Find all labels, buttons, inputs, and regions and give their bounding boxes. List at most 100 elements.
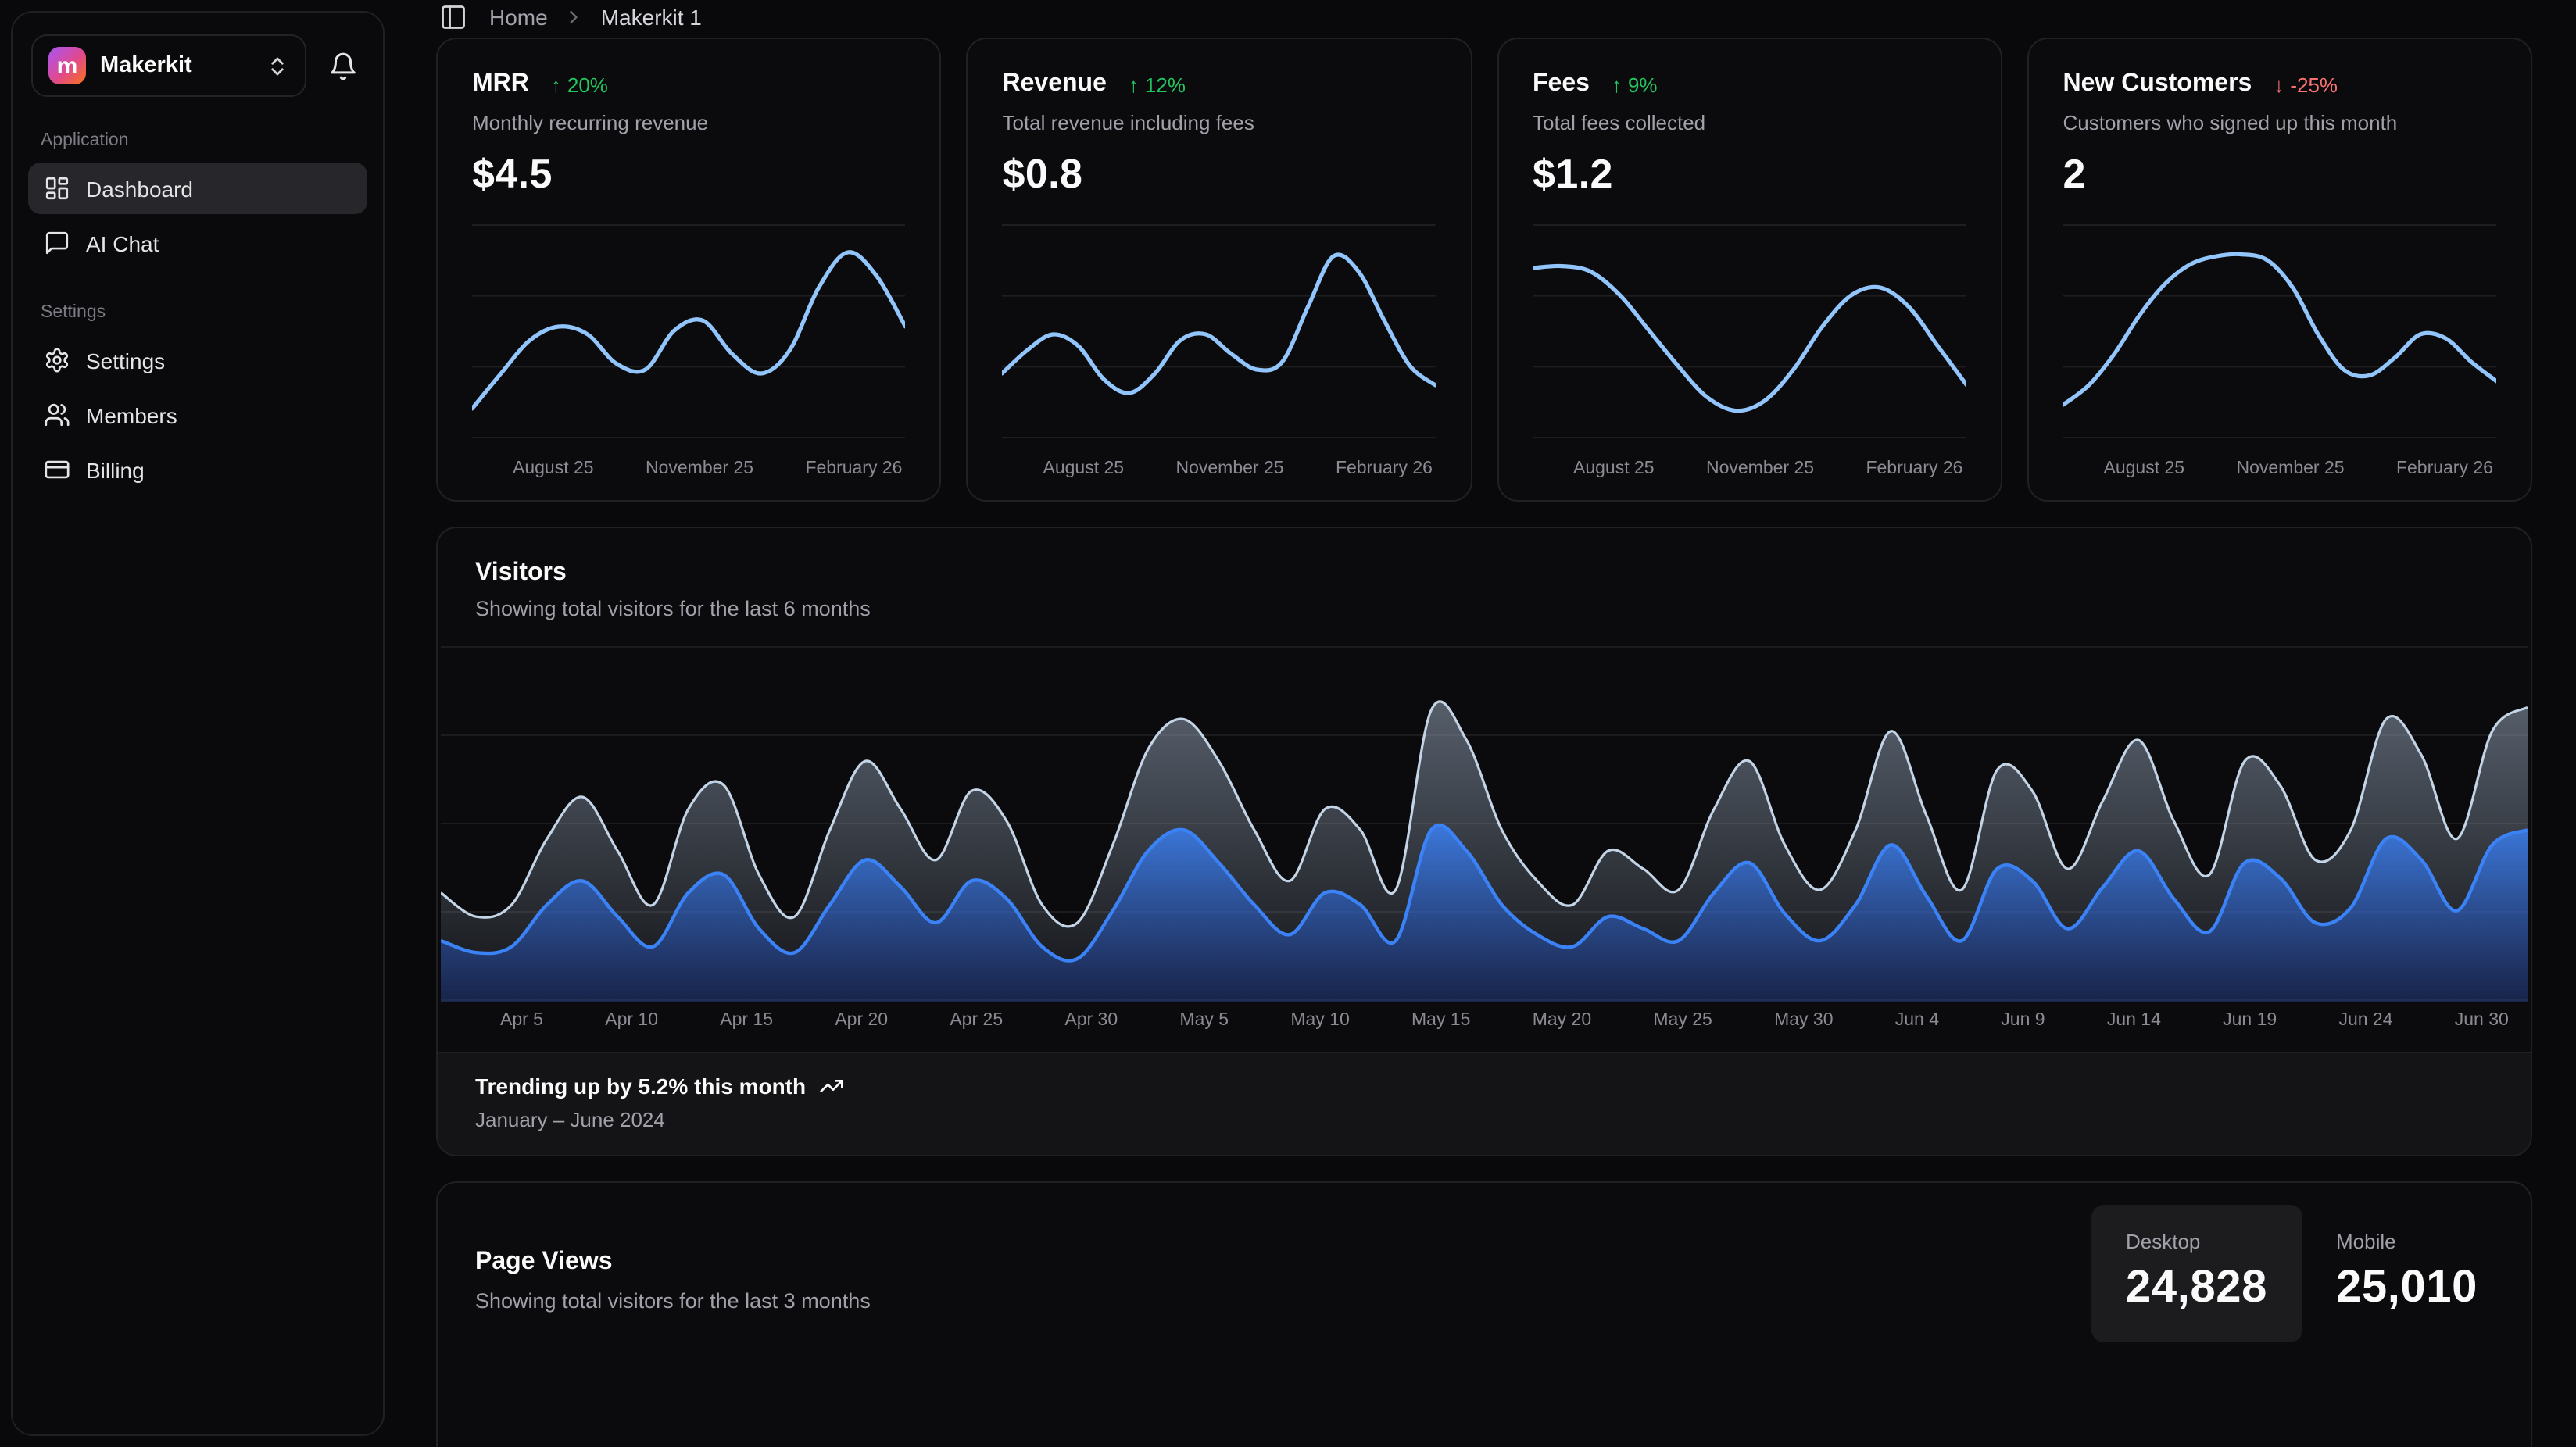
x-axis: August 25November 25February 26 bbox=[1533, 450, 1966, 478]
visitors-title: Visitors bbox=[475, 559, 2493, 588]
nav-label: Dashboard bbox=[86, 176, 193, 201]
breadcrumb: Home Makerkit 1 bbox=[489, 5, 702, 30]
desktop-value: 24,828 bbox=[2126, 1263, 2267, 1314]
axis-tick-label: August 25 bbox=[1043, 459, 1125, 478]
change-value: 9% bbox=[1628, 73, 1658, 96]
mobile-value: 25,010 bbox=[2336, 1263, 2478, 1314]
nav-section-application: Application bbox=[13, 131, 383, 150]
stat-description: Monthly recurring revenue bbox=[472, 111, 906, 134]
breadcrumb-home[interactable]: Home bbox=[489, 5, 548, 30]
change-value: -25% bbox=[2290, 73, 2338, 96]
trend-badge: ↑ 12% bbox=[1129, 73, 1186, 96]
chat-bubble-icon bbox=[44, 230, 70, 256]
stat-card-fees: Fees ↑ 9% Total fees collected $1.2 Augus… bbox=[1497, 38, 2002, 502]
page-views-toggles: Desktop 24,828 Mobile 25,010 bbox=[2091, 1205, 2512, 1342]
breadcrumb-current: Makerkit 1 bbox=[601, 5, 702, 30]
nav-label: Settings bbox=[86, 348, 165, 373]
axis-tick-label: May 10 bbox=[1290, 1011, 1349, 1030]
axis-tick-label: August 25 bbox=[2104, 459, 2185, 478]
stat-card-revenue: Revenue ↑12% Total revenue including fee… bbox=[967, 38, 1472, 502]
sidebar-item-billing[interactable]: Billing bbox=[28, 444, 367, 495]
stat-description: Customers who signed up this month bbox=[2063, 111, 2497, 134]
axis-tick-label: August 25 bbox=[1573, 459, 1655, 478]
dashboard-page: m Makerkit Application Dashboard bbox=[0, 0, 2576, 1447]
stat-title: New Customers bbox=[2063, 70, 2252, 98]
change-value: 12% bbox=[1145, 73, 1186, 96]
visitors-card: Visitors Showing total visitors for the … bbox=[436, 527, 2532, 1156]
axis-tick-label: February 26 bbox=[805, 459, 902, 478]
logo-letter: m bbox=[57, 54, 78, 77]
credit-card-icon bbox=[44, 456, 70, 483]
axis-tick-label: Jun 19 bbox=[2223, 1011, 2277, 1030]
axis-tick-label: May 5 bbox=[1179, 1011, 1229, 1030]
axis-tick-label: Jun 30 bbox=[2455, 1011, 2509, 1030]
axis-tick-label: Apr 30 bbox=[1064, 1011, 1118, 1030]
axis-tick-label: Apr 10 bbox=[605, 1011, 658, 1030]
sidebar: m Makerkit Application Dashboard bbox=[11, 11, 385, 1436]
sidebar-item-dashboard[interactable]: Dashboard bbox=[28, 163, 367, 214]
axis-tick-label: Jun 9 bbox=[2001, 1011, 2045, 1030]
axis-tick-label: November 25 bbox=[2236, 459, 2344, 478]
arrow-up-icon: ↑ bbox=[1612, 73, 1622, 96]
notifications-button[interactable] bbox=[322, 45, 364, 87]
makerkit-logo: m bbox=[48, 47, 86, 84]
page-views-title: Page Views bbox=[475, 1249, 871, 1277]
axis-tick-label: Jun 24 bbox=[2338, 1011, 2392, 1030]
x-axis: August 25November 25February 26 bbox=[472, 450, 906, 478]
axis-tick-label: Jun 14 bbox=[2107, 1011, 2161, 1030]
axis-tick-label: February 26 bbox=[1336, 459, 1433, 478]
axis-tick-label: May 20 bbox=[1533, 1011, 1591, 1030]
stat-value: $0.8 bbox=[1003, 150, 1436, 198]
stat-title: MRR bbox=[472, 70, 529, 98]
stat-value: 2 bbox=[2063, 150, 2497, 198]
gear-icon bbox=[44, 347, 70, 373]
page-views-mobile-toggle[interactable]: Mobile 25,010 bbox=[2302, 1205, 2512, 1342]
axis-tick-label: Apr 15 bbox=[720, 1011, 773, 1030]
chevron-right-icon bbox=[564, 6, 585, 28]
visitors-trend-text: Trending up by 5.2% this month bbox=[475, 1074, 806, 1099]
stat-title: Fees bbox=[1533, 70, 1590, 98]
axis-tick-label: Apr 20 bbox=[835, 1011, 888, 1030]
sidebar-item-ai-chat[interactable]: AI Chat bbox=[28, 217, 367, 269]
page-views-card: Page Views Showing total visitors for th… bbox=[436, 1181, 2532, 1447]
trend-badge: ↑ 9% bbox=[1612, 73, 1658, 96]
visitors-date-range: January – June 2024 bbox=[475, 1108, 2493, 1131]
dashboard-grid-icon bbox=[44, 175, 70, 202]
axis-tick-label: February 26 bbox=[2396, 459, 2493, 478]
trending-up-icon bbox=[818, 1074, 843, 1099]
workspace-selector[interactable]: m Makerkit bbox=[31, 34, 306, 97]
trend-badge: ↑ 20% bbox=[551, 73, 608, 96]
stat-description: Total fees collected bbox=[1533, 111, 1966, 134]
sidebar-toggle-button[interactable] bbox=[436, 0, 470, 34]
nav-section-settings: Settings bbox=[13, 303, 383, 322]
nav-label: Billing bbox=[86, 457, 145, 482]
axis-tick-label: November 25 bbox=[646, 459, 753, 478]
axis-tick-label: Apr 5 bbox=[500, 1011, 543, 1030]
page-views-desktop-toggle[interactable]: Desktop 24,828 bbox=[2091, 1205, 2302, 1342]
sidebar-nav: Application Dashboard AI Chat Settings S… bbox=[13, 131, 383, 495]
stat-card-mrr: MRR ↑20% Monthly recurring revenue $4.5 … bbox=[436, 38, 942, 502]
visitors-x-axis: Apr 5Apr 10Apr 15Apr 20Apr 25Apr 30May 5… bbox=[438, 1002, 2531, 1052]
arrow-up-icon: ↑ bbox=[1129, 73, 1139, 96]
stat-value: $4.5 bbox=[472, 150, 906, 198]
nav-label: Members bbox=[86, 402, 177, 427]
arrow-down-icon: ↓ bbox=[2274, 73, 2284, 96]
stat-card-new-customers: New Customers ↓ -25% Customers who signed… bbox=[2027, 38, 2533, 502]
x-axis: August 25November 25February 26 bbox=[1003, 450, 1436, 478]
sidebar-item-settings[interactable]: Settings bbox=[28, 334, 367, 386]
arrow-up-icon: ↑ bbox=[551, 73, 561, 96]
stat-title: Revenue bbox=[1003, 70, 1107, 98]
axis-tick-label: Jun 4 bbox=[1895, 1011, 1939, 1030]
change-value: 20% bbox=[567, 73, 608, 96]
chevrons-up-down-icon bbox=[266, 54, 289, 77]
trend-badge: ↓ -25% bbox=[2274, 73, 2338, 96]
axis-tick-label: May 15 bbox=[1411, 1011, 1470, 1030]
stat-value: $1.2 bbox=[1533, 150, 1966, 198]
visitors-area-chart bbox=[441, 645, 2528, 1002]
axis-tick-label: May 25 bbox=[1653, 1011, 1712, 1030]
revenue-sparkline-chart bbox=[1003, 223, 1436, 450]
sidebar-item-members[interactable]: Members bbox=[28, 389, 367, 441]
new-customers-sparkline-chart bbox=[2063, 223, 2497, 450]
mobile-label: Mobile bbox=[2336, 1230, 2478, 1253]
visitors-footer: Trending up by 5.2% this month January –… bbox=[438, 1052, 2531, 1155]
